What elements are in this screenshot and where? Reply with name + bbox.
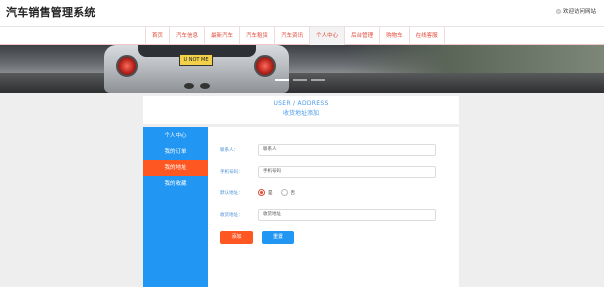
default-yes-label: 是 [268, 190, 273, 196]
address-input[interactable]: 收货地址 [258, 209, 436, 221]
nav-items: 首页 汽车信息 最新汽车 汽车租赁 汽车资讯 个人中心 后台管理 购物车 在线客… [145, 27, 445, 45]
nav-item-personal-center[interactable]: 个人中心 [309, 27, 345, 45]
carousel-indicators [275, 79, 325, 81]
sidebar-item-my-favorites[interactable]: 我的收藏 [143, 176, 208, 192]
address-row: 收货地址： 收货地址 [220, 209, 436, 221]
address-label: 收货地址： [220, 213, 243, 218]
car-plate: U NOT ME [179, 54, 213, 66]
car-taillight-left [116, 55, 138, 77]
nav-item-car-news[interactable]: 汽车资讯 [274, 27, 309, 45]
contact-input[interactable]: 联系人 [258, 144, 436, 156]
car-taillight-right [254, 55, 276, 77]
banner-road [0, 73, 604, 93]
phone-input[interactable]: 手机号码 [258, 166, 436, 178]
phone-label: 手机号码： [220, 170, 243, 175]
car-exhaust [184, 83, 194, 89]
radio-unchecked-icon [280, 189, 288, 196]
user-icon [555, 8, 561, 14]
sidebar-item-my-address[interactable]: 我的地址 [143, 160, 208, 176]
site-title[interactable]: 汽车销售管理系统 [6, 4, 96, 20]
default-no-label: 否 [290, 190, 296, 196]
default-yes-radio[interactable]: 是 [258, 189, 273, 196]
car-image: U NOT ME [104, 45, 289, 93]
carousel-dot[interactable] [275, 79, 289, 81]
sidebar-item-personal-center[interactable]: 个人中心 [143, 128, 208, 144]
address-form: 联系人： 联系人 手机号码： 手机号码 默认地址： 是 否 收货地址： 收货地址… [208, 127, 459, 287]
page: 汽车销售管理系统 欢迎访问网站 首页 汽车信息 最新汽车 汽车租赁 汽车资讯 个… [0, 0, 604, 287]
default-address-row: 默认地址： 是 否 [220, 189, 303, 196]
carousel-dot[interactable] [311, 79, 325, 81]
contact-row: 联系人： 联系人 [220, 144, 436, 156]
user-sidebar: 个人中心 我的订单 我的地址 我的收藏 [143, 127, 208, 287]
nav-item-admin[interactable]: 后台管理 [344, 27, 379, 45]
default-address-label: 默认地址： [220, 190, 243, 196]
carousel-dot[interactable] [293, 79, 307, 81]
main-nav: 首页 汽车信息 最新汽车 汽车租赁 汽车资讯 个人中心 后台管理 购物车 在线客… [0, 27, 604, 45]
car-exhaust [200, 83, 210, 89]
sidebar-item-my-orders[interactable]: 我的订单 [143, 144, 208, 160]
section-header: USER / ADDRESS 收货地址添加 [143, 96, 459, 124]
nav-item-car-rental[interactable]: 汽车租赁 [239, 27, 274, 45]
nav-item-latest-cars[interactable]: 最新汽车 [204, 27, 239, 45]
contact-label: 联系人： [220, 148, 238, 153]
hero-banner: U NOT ME [0, 45, 604, 93]
nav-item-online-service[interactable]: 在线客服 [408, 27, 445, 45]
nav-item-home[interactable]: 首页 [145, 27, 169, 45]
site-header: 汽车销售管理系统 欢迎访问网站 [0, 0, 604, 27]
reset-button[interactable]: 重置 [262, 231, 294, 244]
phone-row: 手机号码： 手机号码 [220, 166, 436, 178]
section-title-en: USER / ADDRESS [273, 100, 329, 107]
nav-item-car-info[interactable]: 汽车信息 [169, 27, 204, 45]
welcome-link[interactable]: 欢迎访问网站 [555, 7, 596, 15]
add-button[interactable]: 添加 [220, 231, 253, 244]
radio-checked-icon [258, 189, 265, 196]
default-no-radio[interactable]: 否 [280, 189, 296, 196]
welcome-text: 欢迎访问网站 [562, 9, 596, 15]
nav-item-cart[interactable]: 购物车 [379, 27, 409, 45]
section-title-cn: 收货地址添加 [282, 110, 319, 117]
